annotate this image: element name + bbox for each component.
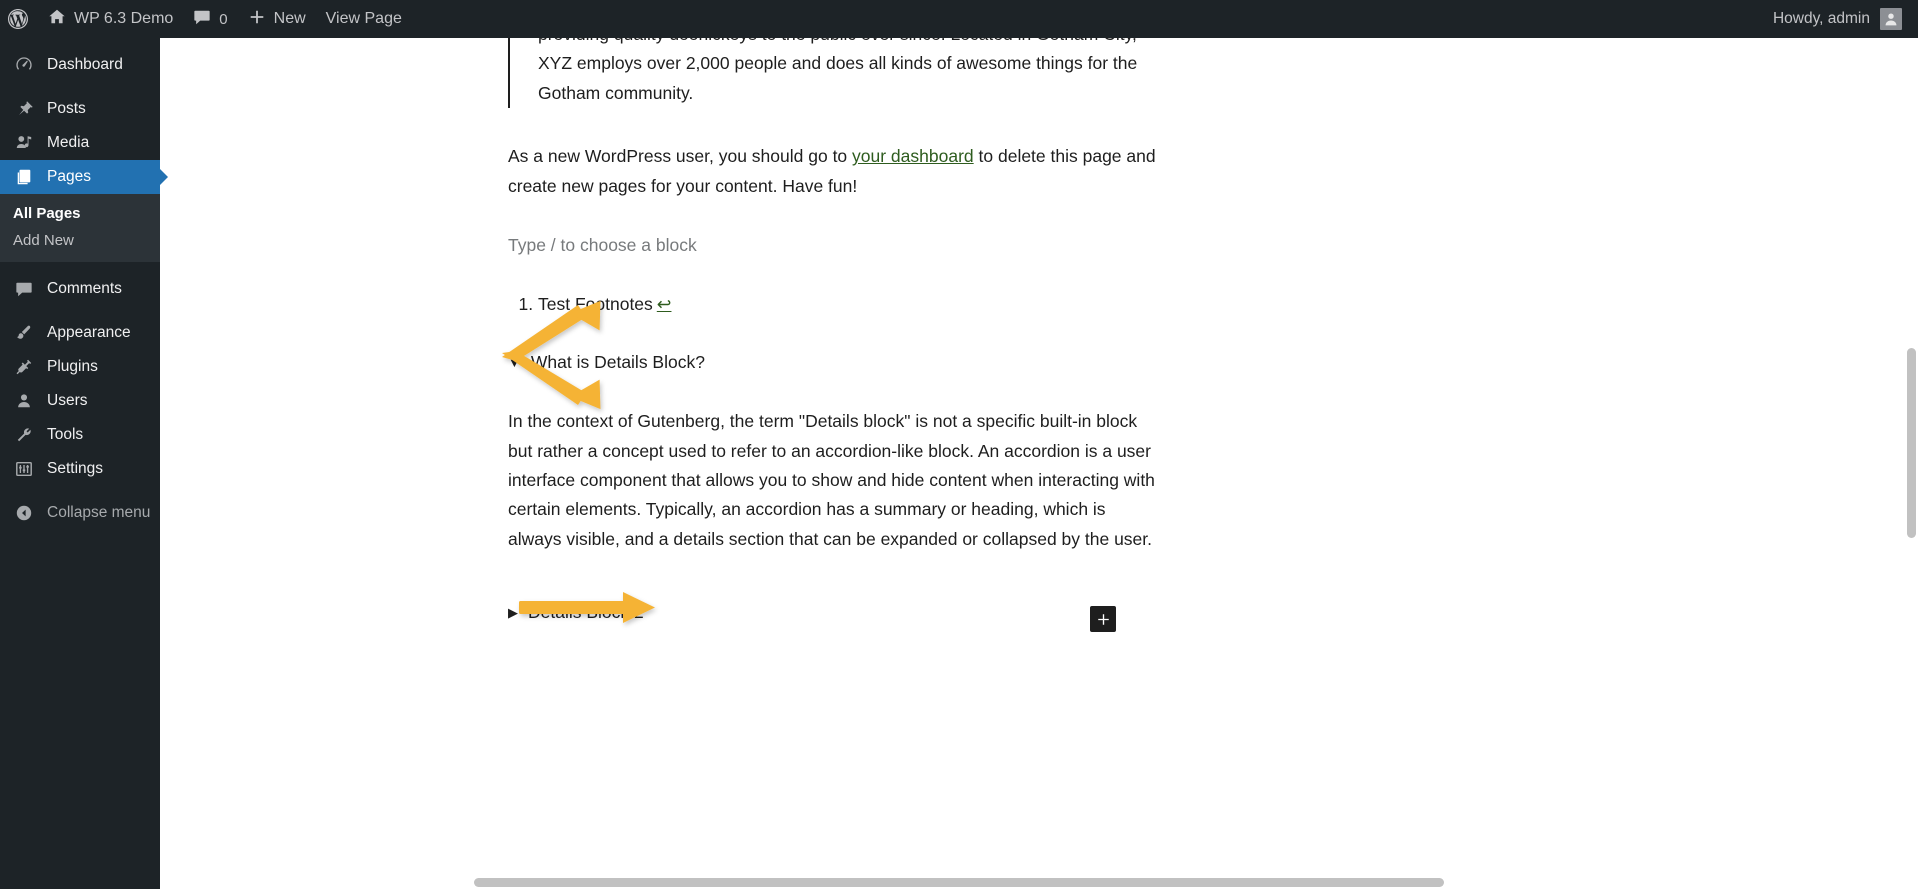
- sidebar-item-add-new[interactable]: Add New: [0, 227, 160, 254]
- home-icon: [48, 8, 66, 31]
- admin-sidebar: Dashboard Posts Media Pages All Pages Ad…: [0, 38, 160, 889]
- sidebar-item-label: Dashboard: [47, 56, 123, 73]
- horizontal-scrollbar-thumb[interactable]: [474, 878, 1444, 887]
- dashboard-icon: [13, 56, 35, 74]
- comments-button[interactable]: 0: [183, 0, 237, 38]
- triangle-down-icon[interactable]: ▼: [508, 356, 521, 369]
- sliders-icon: [13, 460, 35, 478]
- sidebar-item-appearance[interactable]: Appearance: [0, 316, 160, 350]
- sidebar-item-label: Pages: [47, 168, 91, 185]
- empty-block-placeholder[interactable]: Type / to choose a block: [508, 231, 1158, 260]
- sidebar-item-label: Settings: [47, 460, 104, 477]
- footnote-text: Test Footnotes: [538, 294, 653, 315]
- sidebar-bottom-fill: [0, 875, 160, 889]
- pages-submenu: All Pages Add New: [0, 194, 160, 262]
- account-menu[interactable]: Howdy, admin: [1773, 8, 1918, 30]
- new-content-button[interactable]: New: [238, 0, 316, 38]
- sidebar-item-dashboard[interactable]: Dashboard: [0, 48, 160, 82]
- sidebar-item-label: Posts: [47, 100, 86, 117]
- sidebar-item-tools[interactable]: Tools: [0, 418, 160, 452]
- details-summary-1[interactable]: ▼ What is Details Block?: [508, 348, 1158, 377]
- comments-count: 0: [219, 10, 228, 28]
- view-page-label: View Page: [325, 10, 402, 27]
- quote-block[interactable]: providing quality doohickeys to the publ…: [508, 38, 1158, 109]
- sidebar-item-label: Media: [47, 134, 90, 151]
- post-content: providing quality doohickeys to the publ…: [508, 38, 1158, 627]
- plug-icon: [13, 358, 35, 376]
- plus-icon: [248, 8, 266, 31]
- pages-icon: [13, 168, 35, 186]
- comment-bubble-icon: [193, 8, 211, 31]
- media-icon: [13, 134, 35, 152]
- sidebar-item-media[interactable]: Media: [0, 126, 160, 160]
- sidebar-item-settings[interactable]: Settings: [0, 452, 160, 486]
- quote-text: providing quality doohickeys to the publ…: [538, 38, 1138, 103]
- details-block-2[interactable]: ▶ Details Block 2: [508, 598, 1158, 627]
- collapse-menu-label: Collapse menu: [47, 504, 151, 521]
- plus-icon: [1097, 613, 1109, 625]
- horizontal-scrollbar[interactable]: [0, 875, 1918, 889]
- paragraph-text-before-link: As a new WordPress user, you should go t…: [508, 146, 853, 167]
- sidebar-item-label: Users: [47, 392, 88, 409]
- user-icon: [13, 392, 35, 410]
- details-summary-2[interactable]: ▶ Details Block 2: [508, 598, 1158, 627]
- pin-icon: [13, 100, 35, 118]
- wordpress-logo-button[interactable]: [0, 0, 38, 38]
- sidebar-item-label: Plugins: [47, 358, 98, 375]
- footnotes-block[interactable]: Test Footnotes↩: [508, 290, 1158, 319]
- new-label: New: [273, 10, 306, 27]
- dashboard-link[interactable]: your dashboard: [852, 146, 974, 166]
- sidebar-item-plugins[interactable]: Plugins: [0, 350, 160, 384]
- sidebar-item-all-pages[interactable]: All Pages: [0, 200, 160, 227]
- editor-canvas[interactable]: providing quality doohickeys to the publ…: [160, 38, 1918, 889]
- sidebar-item-pages[interactable]: Pages: [0, 160, 160, 194]
- paintbrush-icon: [13, 324, 35, 342]
- collapse-menu-button[interactable]: Collapse menu: [0, 496, 160, 530]
- return-arrow-icon[interactable]: ↩: [657, 294, 672, 314]
- admin-bar: WP 6.3 Demo 0 New View Page Howdy, admin: [0, 0, 1918, 38]
- sidebar-item-posts[interactable]: Posts: [0, 92, 160, 126]
- sidebar-item-label: Tools: [47, 426, 84, 443]
- sidebar-item-users[interactable]: Users: [0, 384, 160, 418]
- details-block-1[interactable]: ▼ What is Details Block? In the context …: [508, 348, 1158, 554]
- comment-bubble-icon: [13, 280, 35, 298]
- details-summary-label: What is Details Block?: [530, 351, 705, 372]
- view-page-button[interactable]: View Page: [316, 0, 412, 38]
- list-item[interactable]: Test Footnotes↩: [538, 290, 1158, 319]
- wordpress-logo-icon: [8, 9, 28, 29]
- intro-paragraph[interactable]: As a new WordPress user, you should go t…: [508, 142, 1158, 201]
- chevron-left-circle-icon: [13, 504, 35, 522]
- vertical-scrollbar-thumb[interactable]: [1907, 348, 1916, 538]
- details-body-1[interactable]: In the context of Gutenberg, the term "D…: [508, 407, 1158, 554]
- site-name-label: WP 6.3 Demo: [74, 10, 174, 27]
- avatar: [1880, 8, 1902, 30]
- howdy-label: Howdy, admin: [1772, 10, 1870, 27]
- triangle-right-icon[interactable]: ▶: [508, 606, 518, 619]
- add-block-button[interactable]: [1090, 606, 1116, 632]
- wrench-icon: [13, 426, 35, 444]
- vertical-scrollbar[interactable]: [1904, 38, 1918, 889]
- site-name-button[interactable]: WP 6.3 Demo: [38, 0, 183, 38]
- sidebar-item-label: Appearance: [47, 324, 131, 341]
- sidebar-item-label: Comments: [47, 280, 122, 297]
- sidebar-item-comments[interactable]: Comments: [0, 272, 160, 306]
- details-summary-label: Details Block 2: [528, 602, 644, 623]
